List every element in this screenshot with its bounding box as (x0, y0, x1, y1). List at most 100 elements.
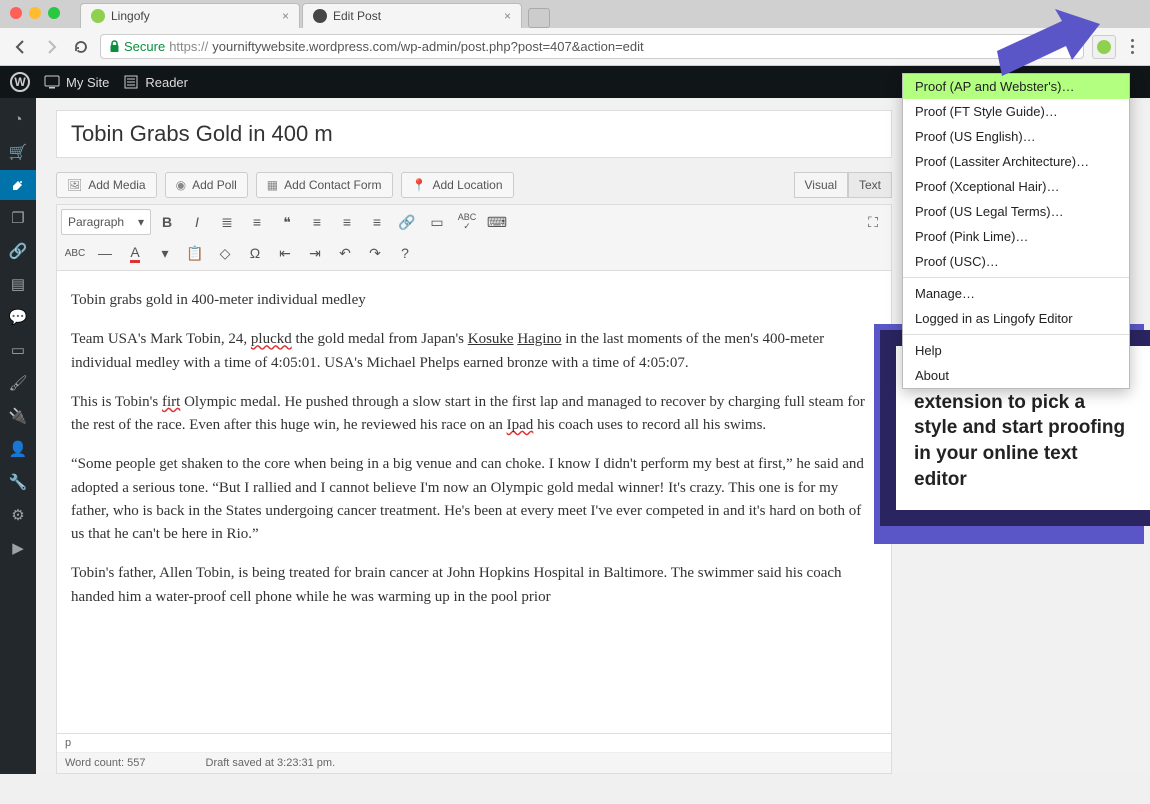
browser-chrome: Lingofy × Edit Post × Secure https:// you… (0, 0, 1150, 66)
clear-format-button[interactable]: ◇ (211, 240, 239, 266)
add-poll-button[interactable]: ◉Add Poll (165, 172, 248, 198)
indent-button[interactable]: ⇥ (301, 240, 329, 266)
textcolor-picker[interactable]: ▾ (151, 240, 179, 266)
proof-option[interactable]: Proof (US Legal Terms)… (903, 199, 1129, 224)
wp-logo-icon[interactable]: W (10, 72, 30, 92)
quote-button[interactable]: ❝ (273, 209, 301, 235)
format-select[interactable]: Paragraph▾ (61, 209, 151, 235)
help-button[interactable]: ? (391, 240, 419, 266)
redo-button[interactable]: ↷ (361, 240, 389, 266)
italic-button[interactable]: I (183, 209, 211, 235)
proof-option[interactable]: Proof (FT Style Guide)… (903, 99, 1129, 124)
add-contact-form-button[interactable]: ▦Add Contact Form (256, 172, 393, 198)
visual-tab[interactable]: Visual (794, 172, 848, 198)
window-close[interactable] (10, 7, 22, 19)
forward-button[interactable] (40, 36, 62, 58)
align-center-button[interactable]: ≡ (333, 209, 361, 235)
browser-tab-lingofy[interactable]: Lingofy × (80, 3, 300, 28)
url-text: yourniftywebsite.wordpress.com/wp-admin/… (212, 39, 643, 54)
editor-status-bar: p Word count: 557 Draft saved at 3:23:31… (56, 734, 892, 774)
sidebar-dashboard-icon[interactable]: ◔ (0, 104, 36, 134)
proof-option[interactable]: Proof (Lassiter Architecture)… (903, 149, 1129, 174)
align-left-button[interactable]: ≡ (303, 209, 331, 235)
manage-option[interactable]: Manage… (903, 281, 1129, 306)
window-zoom[interactable] (48, 7, 60, 19)
bold-button[interactable]: B (153, 209, 181, 235)
secure-indicator: Secure (109, 39, 165, 54)
reader-link[interactable]: Reader (123, 74, 188, 90)
spelling-error[interactable]: firt (162, 394, 180, 410)
strikethrough-button[interactable]: ABC (61, 240, 89, 266)
sidebar-plugins-icon[interactable]: 🔌 (0, 401, 36, 431)
sidebar-appearance-icon[interactable]: 🖌 (0, 368, 36, 398)
my-site-link[interactable]: My Site (44, 74, 109, 90)
back-button[interactable] (10, 36, 32, 58)
media-buttons-row: 🖼Add Media ◉Add Poll ▦Add Contact Form 📍… (56, 172, 892, 198)
align-right-button[interactable]: ≡ (363, 209, 391, 235)
add-media-button[interactable]: 🖼Add Media (56, 172, 157, 198)
toolbar-toggle-button[interactable]: ⌨ (483, 209, 511, 235)
browser-tabs: Lingofy × Edit Post × (0, 0, 1150, 28)
sidebar-settings-icon[interactable]: ⚙ (0, 500, 36, 530)
new-tab-button[interactable] (528, 8, 550, 28)
spelling-error[interactable]: Ipad (507, 417, 534, 433)
address-row: Secure https:// yourniftywebsite.wordpres… (0, 28, 1150, 66)
text-tab[interactable]: Text (848, 172, 892, 198)
proof-option[interactable]: Proof (AP and Webster's)… (903, 74, 1129, 99)
fullscreen-button[interactable]: ⛶ (859, 209, 887, 235)
proof-option[interactable]: Proof (USC)… (903, 249, 1129, 274)
address-bar[interactable]: Secure https:// yourniftywebsite.wordpres… (100, 34, 1084, 59)
sidebar-video-icon[interactable]: ▶ (0, 533, 36, 563)
sidebar-pages-icon[interactable]: ▤ (0, 269, 36, 299)
sidebar-links-icon[interactable]: 🔗 (0, 236, 36, 266)
sidebar-store-icon[interactable]: 🛒 (0, 137, 36, 167)
editor-column: 🖼Add Media ◉Add Poll ▦Add Contact Form 📍… (56, 110, 892, 774)
textcolor-button[interactable]: A (121, 240, 149, 266)
editor-toolbar: Paragraph▾ B I ≣ ≡ ❝ ≡ ≡ ≡ 🔗 ▭ ABC✓ ⌨ ⛶ … (56, 204, 892, 271)
wp-sidebar: ◔ 🛒 ❐ 🔗 ▤ 💬 ▭ 🖌 🔌 👤 🔧 ⚙ ▶ (0, 98, 36, 774)
word-count: Word count: 557 (65, 757, 146, 769)
editor-content[interactable]: Tobin grabs gold in 400-meter individual… (56, 271, 892, 734)
sidebar-tools-icon[interactable]: 🔧 (0, 467, 36, 497)
undo-button[interactable]: ↶ (331, 240, 359, 266)
outdent-button[interactable]: ⇤ (271, 240, 299, 266)
special-char-button[interactable]: Ω (241, 240, 269, 266)
proof-option[interactable]: Proof (Pink Lime)… (903, 224, 1129, 249)
annotation-arrow (992, 6, 1102, 76)
lingofy-favicon (91, 9, 105, 23)
more-button[interactable]: ▭ (423, 209, 451, 235)
window-minimize[interactable] (29, 7, 41, 19)
url-scheme: https:// (169, 39, 208, 54)
tab-label: Edit Post (333, 9, 381, 23)
tab-label: Lingofy (111, 9, 150, 23)
browser-tab-editpost[interactable]: Edit Post × (302, 3, 522, 28)
sidebar-media-icon[interactable]: ❐ (0, 203, 36, 233)
element-path: p (57, 734, 891, 753)
sidebar-users-icon[interactable]: 👤 (0, 434, 36, 464)
sidebar-posts-icon[interactable] (0, 170, 36, 200)
tab-close-icon[interactable]: × (504, 9, 511, 23)
editor-mode-tabs: Visual Text (794, 172, 892, 198)
reload-button[interactable] (70, 36, 92, 58)
post-title-input[interactable] (56, 110, 892, 158)
spelling-error[interactable]: pluckd (251, 331, 292, 347)
bullet-list-button[interactable]: ≣ (213, 209, 241, 235)
wp-favicon (313, 9, 327, 23)
hr-button[interactable]: — (91, 240, 119, 266)
add-location-button[interactable]: 📍Add Location (401, 172, 514, 198)
draft-saved: Draft saved at 3:23:31 pm. (206, 757, 336, 769)
proof-option[interactable]: Proof (US English)… (903, 124, 1129, 149)
sidebar-feedback-icon[interactable]: ▭ (0, 335, 36, 365)
sidebar-comments-icon[interactable]: 💬 (0, 302, 36, 332)
chrome-menu-button[interactable] (1124, 39, 1140, 54)
paste-text-button[interactable]: 📋 (181, 240, 209, 266)
lingofy-extension-menu: Proof (AP and Webster's)… Proof (FT Styl… (902, 73, 1130, 389)
tab-close-icon[interactable]: × (282, 9, 289, 23)
logged-in-label: Logged in as Lingofy Editor (903, 306, 1129, 331)
spellcheck-button[interactable]: ABC✓ (453, 209, 481, 235)
proof-option[interactable]: Proof (Xceptional Hair)… (903, 174, 1129, 199)
link-button[interactable]: 🔗 (393, 209, 421, 235)
help-option[interactable]: Help (903, 338, 1129, 363)
ordered-list-button[interactable]: ≡ (243, 209, 271, 235)
about-option[interactable]: About (903, 363, 1129, 388)
